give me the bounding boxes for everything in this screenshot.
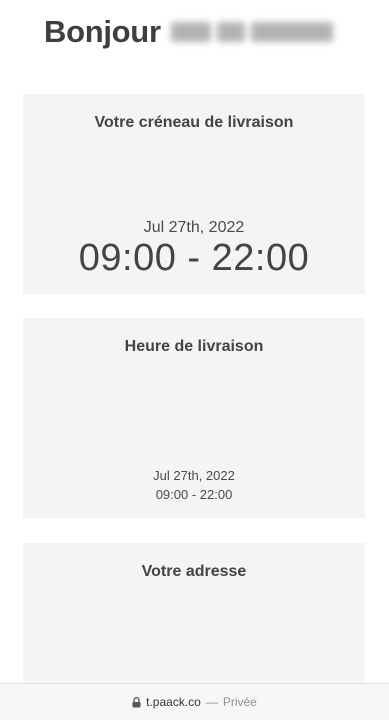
- delivery-time-card: Heure de livraison Jul 27th, 2022 09:00 …: [23, 318, 365, 518]
- address-title: Votre adresse: [141, 563, 247, 580]
- browser-url-bar[interactable]: t.paack.co — Privée: [0, 683, 389, 720]
- delivery-window-time: 09:00 - 22:00: [78, 237, 310, 279]
- privacy-label: Privée: [222, 695, 257, 709]
- delivery-window-date: Jul 27th, 2022: [143, 219, 245, 236]
- delivery-time-range: 09:00 - 22:00: [155, 487, 233, 502]
- delivery-time-date: Jul 27th, 2022: [153, 468, 235, 483]
- page: Bonjour Votre créneau de livraison Jul 2…: [0, 0, 389, 720]
- address-card: Votre adresse: [23, 543, 365, 693]
- delivery-window-title: Votre créneau de livraison: [94, 114, 294, 131]
- delivery-window-card: Votre créneau de livraison Jul 27th, 202…: [23, 94, 365, 294]
- delivery-time-title: Heure de livraison: [124, 338, 264, 355]
- url-separator: —: [205, 695, 218, 709]
- lock-icon: [132, 696, 141, 708]
- url-domain[interactable]: t.paack.co: [146, 695, 201, 709]
- greeting: Bonjour: [44, 14, 333, 50]
- redacted-user-name: [170, 22, 333, 42]
- greeting-text: Bonjour: [44, 14, 161, 49]
